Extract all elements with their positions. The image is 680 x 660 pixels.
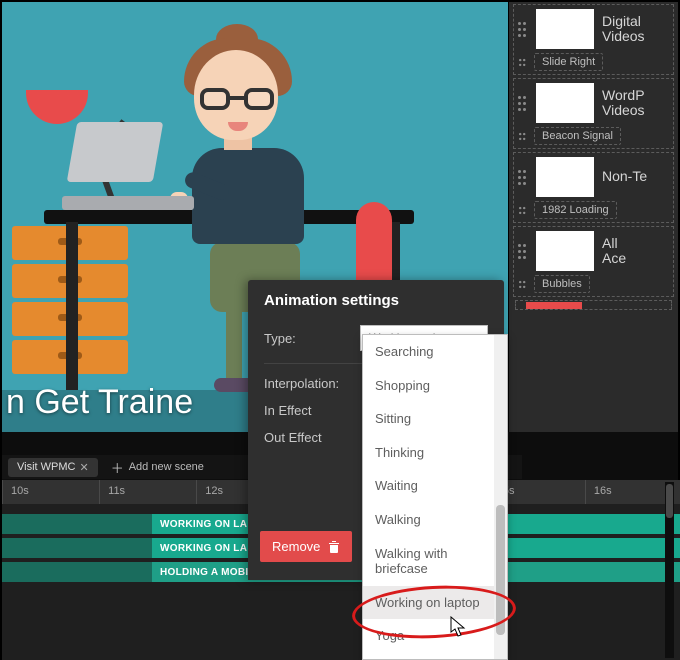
out-effect-label: Out Effect [264, 430, 350, 445]
track-gap [2, 562, 152, 582]
type-label: Type: [264, 331, 350, 346]
project-row[interactable]: DigitalVideos Slide Right [513, 4, 674, 75]
track-gap [2, 514, 152, 534]
type-dropdown[interactable]: SearchingShoppingSittingThinkingWaitingW… [362, 334, 508, 660]
transition-tag[interactable]: Beacon Signal [534, 127, 621, 145]
sidebar-progress-row[interactable] [515, 300, 672, 310]
project-thumbnail[interactable] [536, 9, 594, 49]
track-gap [2, 538, 152, 558]
dropdown-option[interactable]: Waiting [363, 469, 507, 503]
drag-handle-icon[interactable] [518, 22, 528, 37]
dropdown-option[interactable]: Shopping [363, 369, 507, 403]
lamp-icon [26, 90, 88, 124]
panel-title: Animation settings [248, 280, 504, 319]
drag-handle-icon[interactable] [519, 280, 527, 287]
character-body [192, 148, 304, 244]
project-thumbnail[interactable] [536, 231, 594, 271]
project-row[interactable]: Non-Te 1982 Loading [513, 152, 674, 223]
project-title: DigitalVideos [602, 14, 645, 45]
project-row[interactable]: WordPVideos Beacon Signal [513, 78, 674, 149]
desk-leg [66, 222, 78, 390]
add-scene-label: Add new scene [129, 461, 204, 473]
dropdown-option[interactable]: Searching [363, 335, 507, 369]
drag-handle-icon[interactable] [519, 58, 527, 65]
scene-chip[interactable]: Visit WPMC ✕ [8, 458, 98, 477]
trash-icon [328, 540, 340, 553]
close-icon[interactable]: ✕ [79, 461, 88, 474]
character-leg [226, 308, 242, 382]
project-thumbnail[interactable] [536, 157, 594, 197]
progress-chunk [526, 302, 582, 309]
ruler-tick: 11s [99, 480, 196, 504]
project-title: Non-Te [602, 169, 647, 184]
project-sidebar: DigitalVideos Slide Right WordPVideos Beaco… [508, 2, 678, 432]
slide-title-text: n Get Traine [2, 374, 247, 430]
scrollbar-thumb[interactable] [666, 484, 673, 518]
scene-chip-label: Visit WPMC [17, 461, 75, 473]
timeline-scrollbar[interactable] [665, 482, 674, 658]
drag-handle-icon[interactable] [519, 132, 527, 139]
laptop-icon [62, 164, 196, 212]
transition-tag[interactable]: 1982 Loading [534, 201, 617, 219]
in-effect-label: In Effect [264, 403, 350, 418]
remove-button[interactable]: Remove [260, 531, 352, 562]
transition-tag[interactable]: Slide Right [534, 53, 603, 71]
transition-tag[interactable]: Bubbles [534, 275, 590, 293]
interpolation-label: Interpolation: [264, 376, 350, 391]
drag-handle-icon[interactable] [518, 170, 528, 185]
glasses-icon [200, 88, 274, 112]
add-scene-button[interactable]: ＋ Add new scene [102, 455, 213, 480]
project-title: WordPVideos [602, 88, 645, 119]
plus-icon: ＋ [111, 458, 124, 477]
app-root: n Get Traine DigitalVideos Slide Right Wor… [0, 0, 680, 660]
dropdown-option[interactable]: Walking [363, 503, 507, 537]
project-title: AllAce [602, 236, 626, 267]
ruler-tick: 10s [2, 480, 99, 504]
dropdown-scrollbar[interactable] [494, 335, 507, 659]
dropdown-option[interactable]: Yoga [363, 619, 507, 653]
remove-label: Remove [272, 539, 320, 554]
project-thumbnail[interactable] [536, 83, 594, 123]
drag-handle-icon[interactable] [518, 244, 528, 259]
scrollbar-thumb[interactable] [496, 505, 505, 635]
dropdown-option[interactable]: Walking with briefcase [363, 537, 507, 586]
dropdown-option[interactable]: Working on laptop [363, 586, 507, 620]
dropdown-option[interactable]: Sitting [363, 402, 507, 436]
project-row[interactable]: AllAce Bubbles [513, 226, 674, 297]
dropdown-option[interactable]: Thinking [363, 436, 507, 470]
drag-handle-icon[interactable] [519, 206, 527, 213]
drag-handle-icon[interactable] [518, 96, 528, 111]
